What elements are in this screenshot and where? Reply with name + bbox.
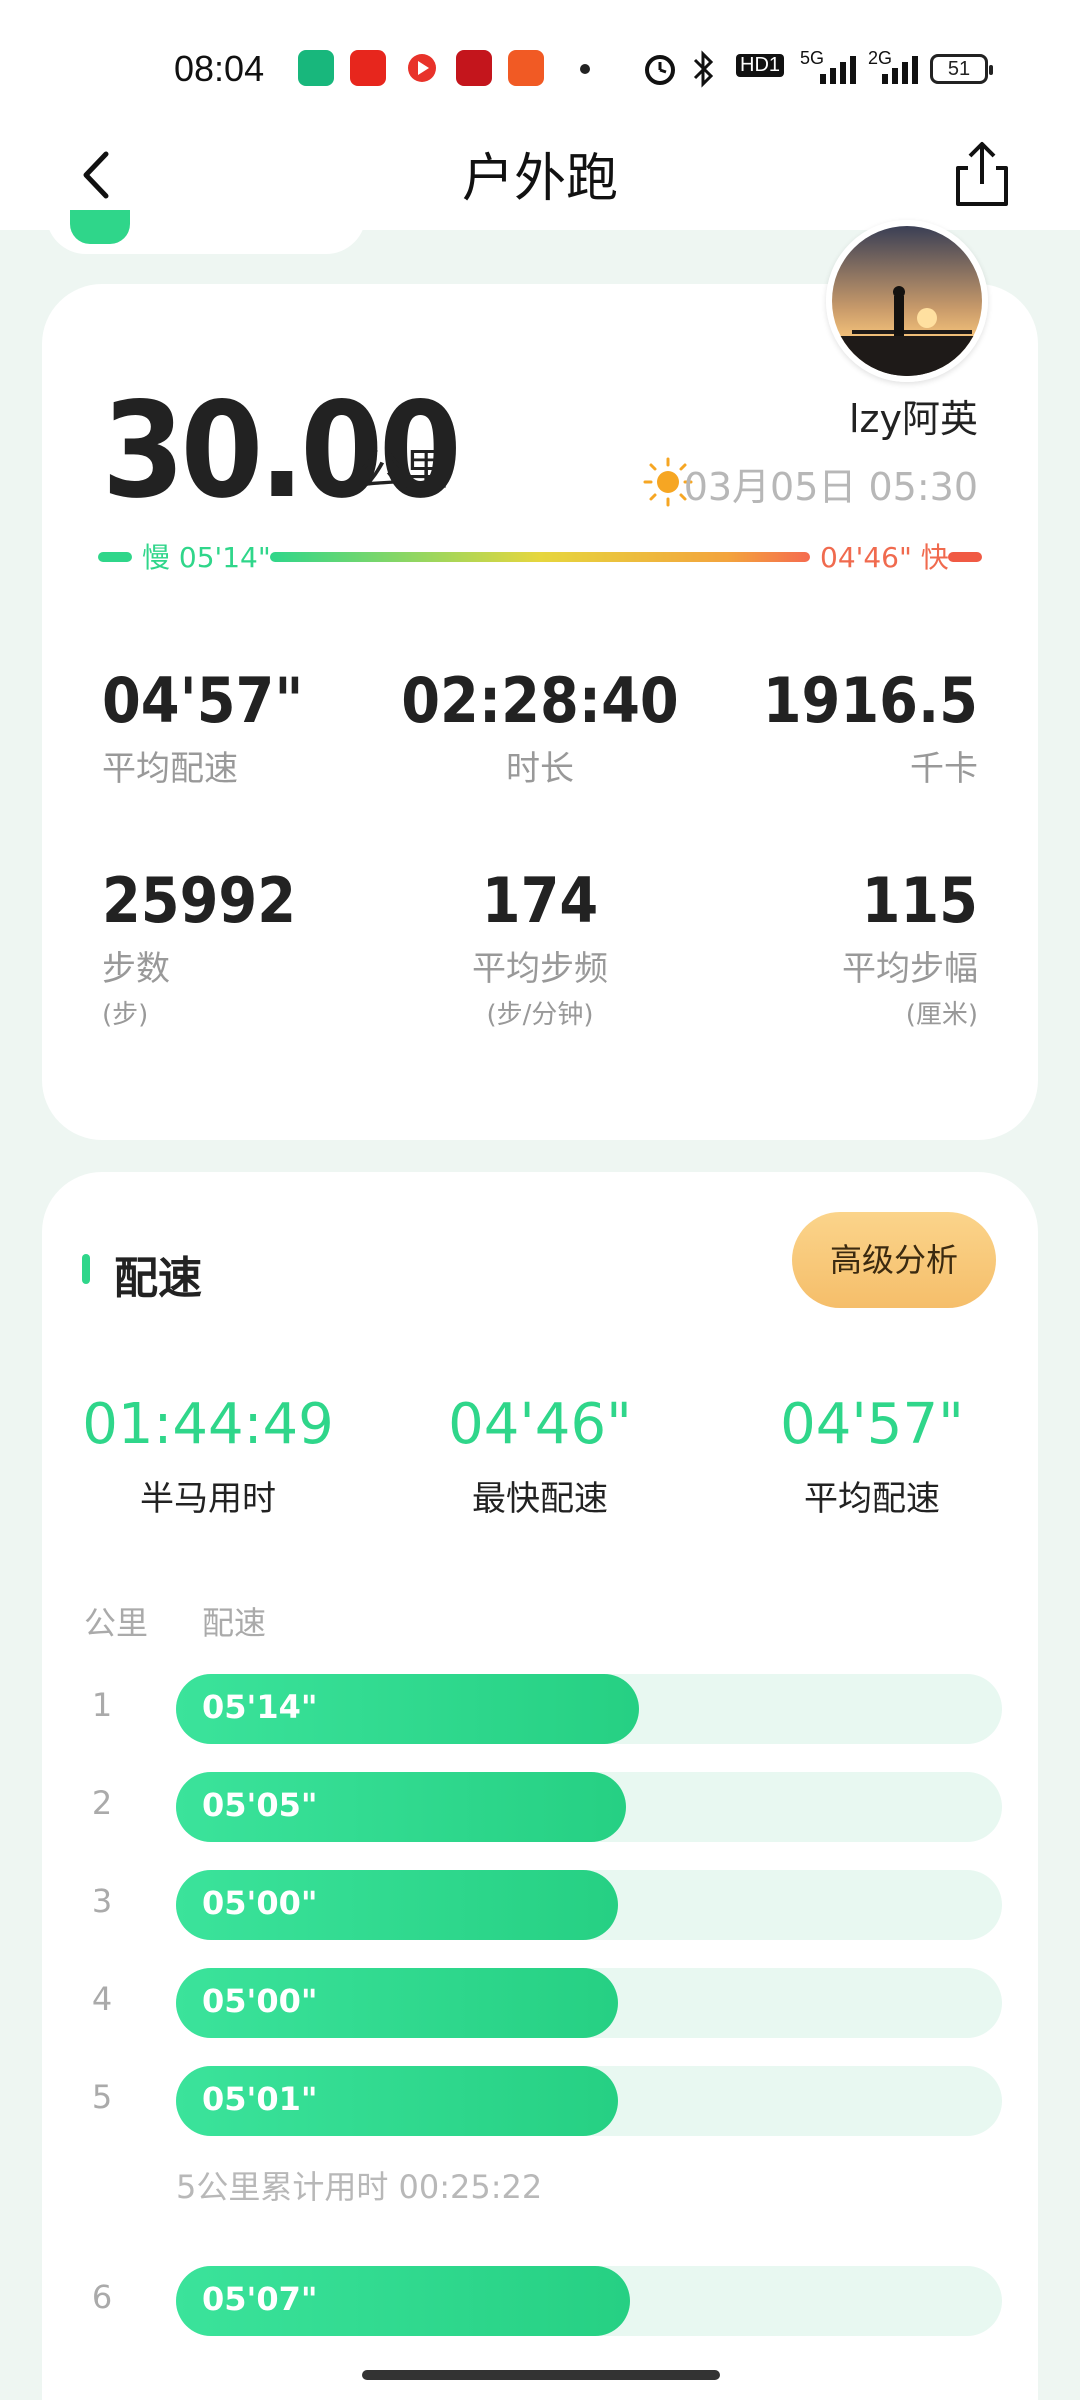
fast-pace-marker bbox=[948, 552, 982, 562]
stat-unit: (厘米) bbox=[905, 1000, 978, 1030]
split-row: 3 05'00" bbox=[72, 1870, 1002, 1940]
highlight-value: 04'46" bbox=[448, 1392, 632, 1457]
split-km: 3 bbox=[91, 1882, 113, 1920]
section-accent bbox=[82, 1254, 90, 1284]
pace-range-bar: 慢 05'14" 04'46" 快 bbox=[98, 536, 982, 576]
stat-label: 平均步幅 bbox=[842, 949, 978, 989]
stat-label: 平均步频 bbox=[472, 949, 608, 989]
status-time: 08:04 bbox=[174, 48, 265, 89]
column-header-km: 公里 bbox=[84, 1604, 149, 1642]
summary-card: 30.00 公里 lzy阿英 03月05日 05:30 慢 05'14" 04'… bbox=[42, 284, 1038, 1140]
stat-value: 174 bbox=[481, 864, 599, 937]
stat-cadence: 174 平均步频 (步/分钟) bbox=[390, 864, 690, 1031]
section-title: 配速 bbox=[114, 1253, 202, 1304]
split-row: 4 05'00" bbox=[72, 1968, 1002, 2038]
stat-value: 1916.5 bbox=[762, 664, 978, 737]
stat-calories: 1916.5 千卡 bbox=[678, 664, 978, 790]
app-notification-icon bbox=[298, 50, 334, 86]
more-notifications-dot bbox=[580, 64, 590, 74]
page-title: 户外跑 bbox=[461, 149, 618, 209]
bluetooth-icon bbox=[693, 50, 714, 88]
battery-icon: 51 bbox=[930, 54, 993, 84]
distance-unit: 公里 bbox=[360, 445, 448, 496]
stat-unit: (步) bbox=[102, 1000, 149, 1030]
pace-gradient-bar bbox=[270, 552, 810, 562]
highlight-fastest-pace: 04'46" 最快配速 bbox=[390, 1392, 690, 1520]
signal-icon bbox=[820, 56, 856, 84]
home-indicator[interactable] bbox=[362, 2370, 720, 2380]
split-km: 2 bbox=[91, 1784, 113, 1822]
split-row: 6 05'07" bbox=[72, 2266, 1002, 2336]
slow-pace-label: 慢 05'14" bbox=[142, 541, 271, 574]
peek-badge bbox=[70, 210, 130, 244]
stat-label: 时长 bbox=[506, 749, 574, 789]
stat-duration: 02:28:40 时长 bbox=[390, 664, 690, 790]
split-km: 4 bbox=[91, 1980, 113, 2018]
split-pace: 05'05" bbox=[202, 1786, 318, 1824]
highlight-avg-pace: 04'57" 平均配速 bbox=[722, 1392, 1022, 1520]
split-row: 1 05'14" bbox=[72, 1674, 1002, 1744]
alarm-icon bbox=[645, 55, 675, 85]
hd-indicator: HD1 bbox=[736, 54, 785, 77]
share-icon bbox=[956, 142, 1008, 206]
highlight-half-marathon: 01:44:49 半马用时 bbox=[58, 1392, 358, 1520]
split-km: 6 bbox=[91, 2278, 113, 2316]
peek-card bbox=[46, 210, 366, 254]
stat-unit: (步/分钟) bbox=[486, 1000, 594, 1030]
split-row: 5 05'01" bbox=[72, 2066, 1002, 2136]
cumulative-time: 5公里累计用时 00:25:22 bbox=[176, 2168, 543, 2206]
highlight-label: 最快配速 bbox=[472, 1479, 608, 1519]
avatar[interactable] bbox=[826, 220, 988, 382]
pace-card: 配速 高级分析 01:44:49 半马用时 04'46" 最快配速 04'57"… bbox=[42, 1172, 1038, 2400]
split-pace: 05'07" bbox=[202, 2280, 318, 2318]
highlight-label: 半马用时 bbox=[140, 1479, 276, 1519]
stat-steps: 25992 步数 (步) bbox=[102, 864, 402, 1031]
slow-pace-marker bbox=[98, 552, 132, 562]
stat-label: 千卡 bbox=[910, 749, 978, 789]
app-notification-icon bbox=[508, 50, 544, 86]
signal-icon bbox=[882, 56, 918, 84]
stat-stride: 115 平均步幅 (厘米) bbox=[678, 864, 978, 1031]
split-row: 2 05'05" bbox=[72, 1772, 1002, 1842]
highlight-value: 01:44:49 bbox=[82, 1392, 334, 1457]
split-pace: 05'00" bbox=[202, 1982, 318, 2020]
split-pace: 05'01" bbox=[202, 2080, 318, 2118]
app-notification-icon bbox=[350, 50, 386, 86]
split-pace: 05'00" bbox=[202, 1884, 318, 1922]
share-button[interactable] bbox=[950, 138, 1014, 210]
app-notification-icon bbox=[404, 50, 440, 86]
stat-value: 25992 bbox=[102, 864, 297, 937]
highlight-value: 04'57" bbox=[780, 1392, 964, 1457]
app-notification-icon bbox=[456, 50, 492, 86]
highlight-label: 平均配速 bbox=[804, 1479, 940, 1519]
status-bar: 08:04 HD1 5G 2G 51 bbox=[0, 0, 1080, 120]
run-datetime: 03月05日 05:30 bbox=[683, 465, 978, 509]
column-header-pace: 配速 bbox=[202, 1604, 267, 1642]
split-km: 1 bbox=[91, 1686, 113, 1724]
split-km: 5 bbox=[91, 2078, 113, 2116]
split-pace: 05'14" bbox=[202, 1688, 318, 1726]
stat-value: 02:28:40 bbox=[401, 664, 679, 737]
stat-value: 115 bbox=[861, 864, 978, 937]
advanced-analysis-button[interactable]: 高级分析 bbox=[792, 1212, 996, 1308]
stat-value: 04'57" bbox=[102, 664, 304, 737]
user-name: lzy阿英 bbox=[849, 397, 978, 441]
stat-label: 平均配速 bbox=[102, 749, 238, 789]
avatar-image bbox=[832, 226, 982, 376]
stat-label: 步数 bbox=[102, 949, 170, 989]
stat-avg-pace: 04'57" 平均配速 bbox=[102, 664, 402, 790]
fast-pace-label: 04'46" 快 bbox=[820, 541, 949, 574]
